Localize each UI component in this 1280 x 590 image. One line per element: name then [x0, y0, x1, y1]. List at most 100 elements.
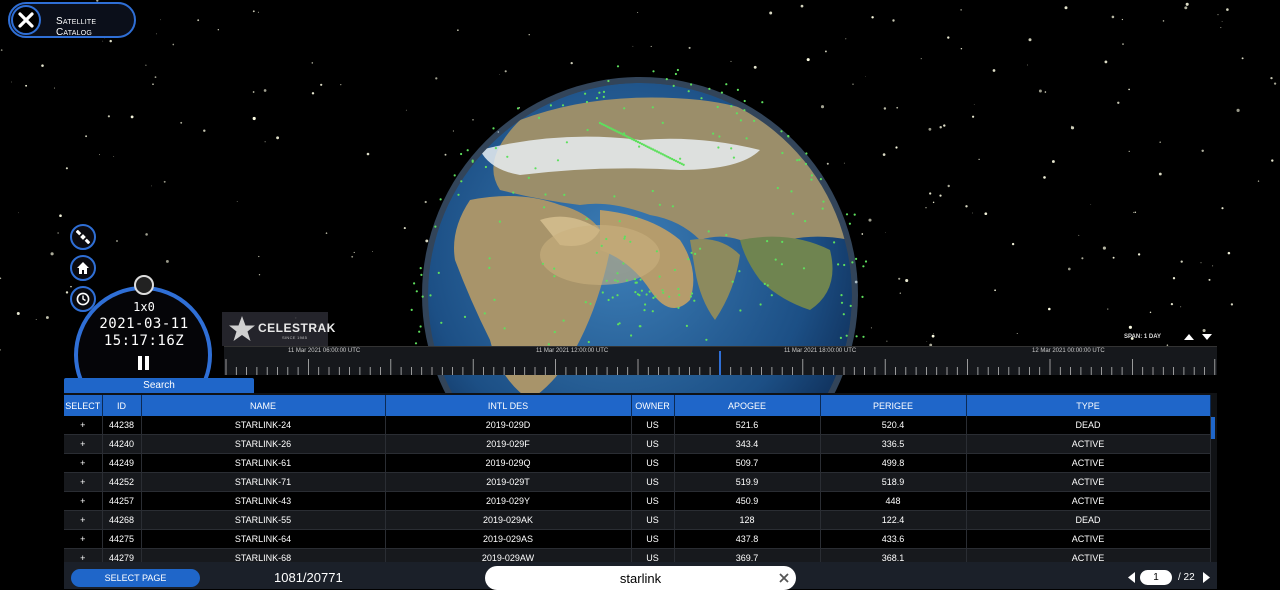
owner-cell: US — [631, 472, 675, 492]
select-cell[interactable]: + — [64, 491, 103, 511]
type-cell: ACTIVE — [966, 434, 1211, 454]
satellite-icon — [76, 230, 90, 244]
id-cell: 44257 — [102, 491, 142, 511]
type-cell: ACTIVE — [966, 529, 1211, 549]
col-type[interactable]: TYPE — [966, 395, 1211, 416]
apogee-cell: 437.8 — [674, 529, 821, 549]
time-dial-knob[interactable] — [134, 275, 154, 295]
timeline-label: 11 Mar 2021 18:00:00 UTC — [784, 348, 857, 354]
timeline-cursor[interactable] — [719, 351, 721, 375]
current-date: 2021-03-11 — [99, 316, 189, 332]
perigee-cell: 336.5 — [820, 434, 967, 454]
table-row[interactable]: +44268 STARLINK-55 2019-029AK US 128 122.4 DEA… — [64, 510, 1211, 530]
perigee-cell: 433.6 — [820, 529, 967, 549]
results-table: SELECT ID NAME INTL DES OWNER APOGEE PER… — [64, 395, 1211, 568]
col-intl-des[interactable]: INTL DES — [385, 395, 632, 416]
page-number-input[interactable] — [1140, 570, 1172, 585]
id-cell: 44238 — [102, 416, 142, 435]
timeline-zoom-arrows[interactable] — [1184, 333, 1214, 341]
type-cell: DEAD — [966, 510, 1211, 530]
perigee-cell: 122.4 — [820, 510, 967, 530]
celestrak-tagline: SINCE 1985 — [282, 335, 308, 340]
select-cell[interactable]: + — [64, 472, 103, 492]
timeline-label: 11 Mar 2021 06:00:00 UTC — [288, 348, 361, 354]
id-cell: 44268 — [102, 510, 142, 530]
name-cell: STARLINK-43 — [141, 491, 386, 511]
perigee-cell: 448 — [820, 491, 967, 511]
table-row[interactable]: +44275 STARLINK-64 2019-029AS US 437.8 433.6 A… — [64, 529, 1211, 549]
intl-des-cell: 2019-029AS — [385, 529, 632, 549]
timeline-label: 11 Mar 2021 12:00:00 UTC — [536, 348, 609, 354]
apogee-cell: 509.7 — [674, 453, 821, 473]
type-cell: DEAD — [966, 416, 1211, 435]
perigee-cell: 520.4 — [820, 416, 967, 435]
table-row[interactable]: +44257 STARLINK-43 2019-029Y US 450.9 448 ACTI… — [64, 491, 1211, 511]
apogee-cell: 128 — [674, 510, 821, 530]
home-button[interactable] — [70, 255, 96, 281]
next-page-icon[interactable] — [1202, 572, 1210, 583]
table-row[interactable]: +44240 STARLINK-26 2019-029F US 343.4 336.5 AC… — [64, 434, 1211, 454]
apogee-cell: 343.4 — [674, 434, 821, 454]
celestrak-logo: CELESTRAK SINCE 1985 — [222, 312, 335, 346]
celestrak-name: CELESTRAK — [258, 321, 336, 335]
prev-page-icon[interactable] — [1128, 572, 1136, 583]
owner-cell: US — [631, 453, 675, 473]
name-cell: STARLINK-64 — [141, 529, 386, 549]
id-cell: 44275 — [102, 529, 142, 549]
pause-button[interactable] — [137, 356, 151, 370]
apogee-cell: 450.9 — [674, 491, 821, 511]
name-cell: STARLINK-55 — [141, 510, 386, 530]
col-perigee[interactable]: PERIGEE — [820, 395, 967, 416]
satellite-button[interactable] — [70, 224, 96, 250]
tab-search[interactable]: Search — [64, 378, 254, 394]
owner-cell: US — [631, 491, 675, 511]
timeline-label: 12 Mar 2021 00:00:00 UTC — [1032, 348, 1105, 354]
star-logo-icon — [229, 316, 255, 341]
timeline-span: SPAN: 1 DAY — [1124, 334, 1162, 340]
footer-bar: SELECT PAGE 1081/20771 / 22 — [64, 562, 1217, 590]
intl-des-cell: 2019-029Y — [385, 491, 632, 511]
select-cell[interactable]: + — [64, 510, 103, 530]
id-cell: 44240 — [102, 434, 142, 454]
perigee-cell: 499.8 — [820, 453, 967, 473]
select-page-button[interactable]: SELECT PAGE — [71, 569, 200, 587]
col-apogee[interactable]: APOGEE — [674, 395, 821, 416]
select-cell[interactable]: + — [64, 529, 103, 549]
search-results-panel: SELECT ID NAME INTL DES OWNER APOGEE PER… — [64, 393, 1217, 589]
close-button[interactable] — [11, 5, 41, 35]
col-owner[interactable]: OWNER — [631, 395, 675, 416]
type-cell: ACTIVE — [966, 453, 1211, 473]
current-time: 15:17:16Z — [103, 333, 185, 349]
col-name[interactable]: NAME — [141, 395, 386, 416]
select-cell[interactable]: + — [64, 416, 103, 435]
owner-cell: US — [631, 416, 675, 435]
col-select[interactable]: SELECT — [64, 395, 103, 416]
apogee-cell: 521.6 — [674, 416, 821, 435]
type-cell: ACTIVE — [966, 472, 1211, 492]
app-title-bar: Satellite Catalog — [8, 2, 136, 38]
clear-search-icon[interactable] — [778, 572, 790, 584]
table-row[interactable]: +44249 STARLINK-61 2019-029Q US 509.7 499.8 AC… — [64, 453, 1211, 473]
select-cell[interactable]: + — [64, 453, 103, 473]
playback-speed: 1x0 — [133, 300, 155, 314]
id-cell: 44249 — [102, 453, 142, 473]
table-scrollbar[interactable] — [1211, 417, 1215, 439]
name-cell: STARLINK-24 — [141, 416, 386, 435]
id-cell: 44252 — [102, 472, 142, 492]
zoom-up-icon — [1184, 334, 1194, 340]
col-id[interactable]: ID — [102, 395, 142, 416]
owner-cell: US — [631, 434, 675, 454]
pause-icon — [138, 356, 142, 370]
result-count: 1081/20771 — [274, 570, 343, 585]
table-row[interactable]: +44252 STARLINK-71 2019-029T US 519.9 518.9 AC… — [64, 472, 1211, 492]
table-row[interactable]: +44238 STARLINK-24 2019-029D US 521.6 520.4 DE… — [64, 416, 1211, 435]
close-icon — [18, 12, 34, 28]
timeline[interactable]: 11 Mar 2021 06:00:00 UTC 11 Mar 2021 12:… — [224, 346, 1217, 375]
type-cell: ACTIVE — [966, 491, 1211, 511]
app-title: Satellite Catalog — [56, 16, 97, 38]
perigee-cell: 518.9 — [820, 472, 967, 492]
search-input[interactable] — [485, 566, 796, 590]
select-cell[interactable]: + — [64, 434, 103, 454]
total-pages: / 22 — [1178, 572, 1195, 583]
intl-des-cell: 2019-029D — [385, 416, 632, 435]
